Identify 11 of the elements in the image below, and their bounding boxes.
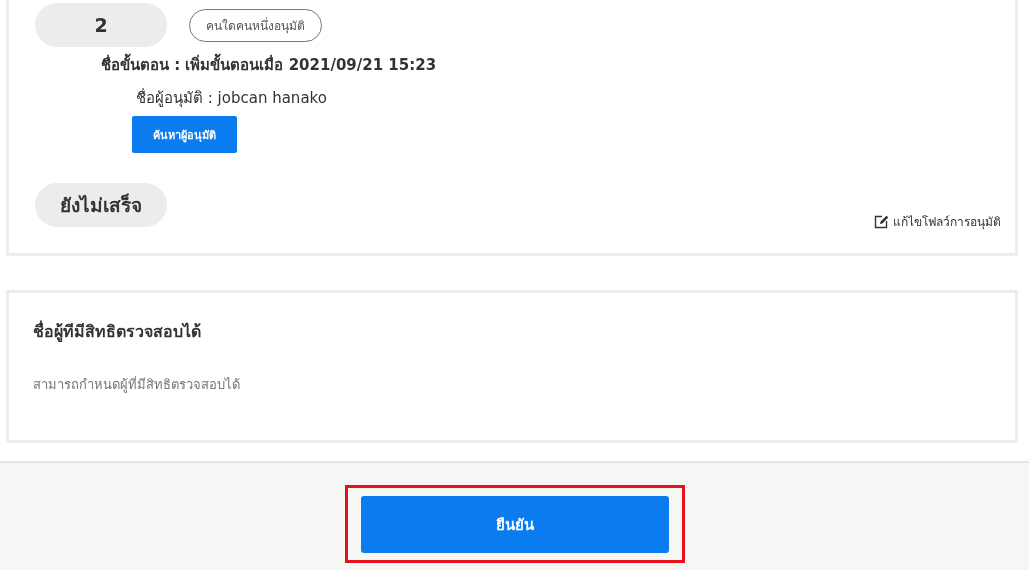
confirm-button[interactable]: ยืนยัน [360,496,669,553]
edit-flow-link[interactable]: แก้ไขโฟลว์การอนุมัติ [873,212,1001,231]
status-badge: ยังไม่เสร็จ [35,183,167,227]
step-name: ชื่อขั้นตอน : เพิ่มขั้นตอนเมื่อ 2021/09/21 15:23 [101,53,1015,77]
edit-icon [873,213,889,230]
edit-flow-label[interactable]: แก้ไขโฟลว์การอนุมัติ [893,212,1001,231]
step-number: 2 [35,3,167,47]
search-approver-button[interactable]: ค้นหาผู้อนุมัติ [132,116,237,153]
section-description: สามารถกำหนดผู้ที่มีสิทธิตรวจสอบได้ [33,375,241,395]
approver-name: ชื่อผู้อนุมัติ : jobcan hanako [136,87,328,108]
section-title: ชื่อผู้ทีมีสิทธิตรวจสอบได้ [33,319,202,344]
